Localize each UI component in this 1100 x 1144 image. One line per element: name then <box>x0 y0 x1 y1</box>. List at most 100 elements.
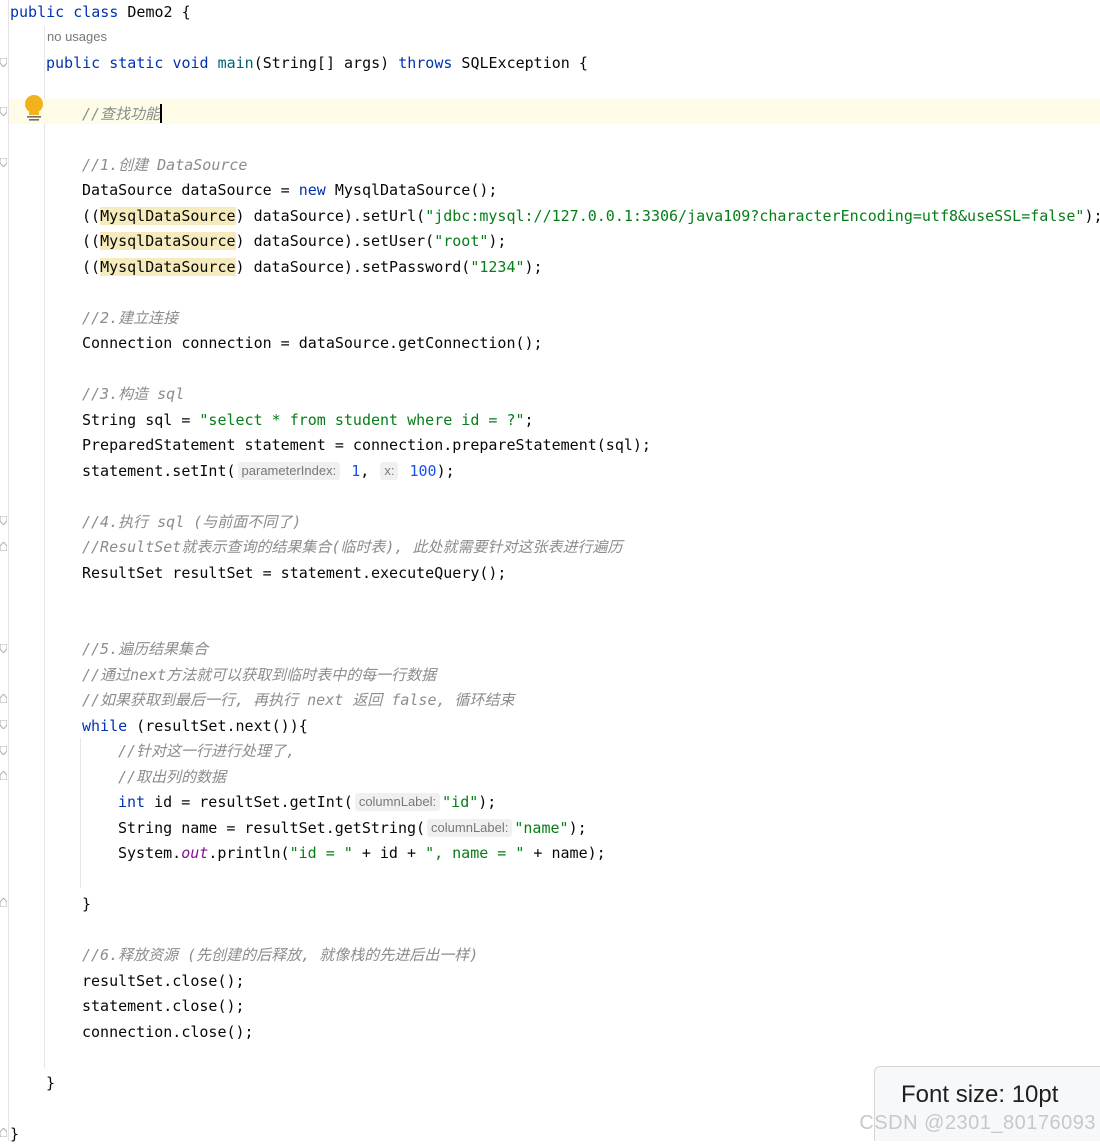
closing-brace[interactable]: } <box>46 1073 55 1093</box>
keyword: static <box>109 54 164 72</box>
comment-line[interactable]: //5.遍历结果集合 <box>82 639 208 659</box>
lightbulb-icon[interactable] <box>24 94 46 124</box>
code-text: (( <box>82 207 101 225</box>
number-literal: 100 <box>409 462 437 480</box>
code-text: ); <box>524 258 543 276</box>
code-text: String name = resultSet.getString( <box>118 819 426 837</box>
code-text: + name); <box>524 844 606 862</box>
main-declaration[interactable]: public static void main(String[] args) t… <box>46 53 588 73</box>
closing-brace[interactable]: } <box>82 894 91 914</box>
fold-marker-icon[interactable] <box>0 58 7 67</box>
code-text: + id + <box>352 844 426 862</box>
comment-line[interactable]: //如果获取到最后一行, 再执行 next 返回 false, 循环结束 <box>82 690 515 710</box>
code-line[interactable]: PreparedStatement statement = connection… <box>82 435 651 455</box>
code-line[interactable]: System.out.println("id = " + id + ", nam… <box>118 843 606 863</box>
keyword: public <box>46 54 101 72</box>
code-text: (resultSet.next()){ <box>127 717 308 735</box>
fold-marker-icon[interactable] <box>0 694 7 703</box>
fold-marker-icon[interactable] <box>0 1128 7 1137</box>
fold-marker-icon[interactable] <box>0 542 7 551</box>
code-line[interactable]: String name = resultSet.getString(column… <box>118 818 587 838</box>
keyword: while <box>82 717 128 735</box>
inlay-hint[interactable]: x: <box>380 462 399 480</box>
code-line[interactable]: statement.close(); <box>82 996 245 1016</box>
code-line-current[interactable]: //查找功能 <box>82 104 163 124</box>
usages-hint[interactable]: no usages <box>47 29 107 44</box>
code-text: ; <box>524 411 534 429</box>
comment-line[interactable]: //通过next方法就可以获取到临时表中的每一行数据 <box>82 665 436 685</box>
comment-line[interactable]: //4.执行 sql (与前面不同了) <box>82 512 301 532</box>
code-text: statement.setInt( <box>82 462 236 480</box>
comment-line[interactable]: //针对这一行进行处理了, <box>118 741 295 761</box>
inlay-hint[interactable]: columnLabel: <box>354 793 441 811</box>
code-line[interactable]: Connection connection = dataSource.getCo… <box>82 333 543 353</box>
indent-guide <box>44 26 45 1068</box>
code-line[interactable]: ((MysqlDataSource) dataSource).setPasswo… <box>82 257 543 277</box>
text-caret <box>160 104 163 123</box>
static-field: out <box>181 844 209 862</box>
string-literal: "root" <box>434 232 489 250</box>
editor-gutter[interactable] <box>0 0 9 1141</box>
method-name: main <box>217 54 254 72</box>
code-text: ) dataSource).setUrl( <box>235 207 426 225</box>
code-line[interactable]: DataSource dataSource = new MysqlDataSou… <box>82 180 497 200</box>
code-text: System. <box>118 844 182 862</box>
keyword: class <box>73 3 119 21</box>
string-literal: "1234" <box>470 258 525 276</box>
keyword: new <box>298 181 326 199</box>
code-text: MysqlDataSource(); <box>325 181 498 199</box>
code-text: ) dataSource).setUser( <box>235 232 435 250</box>
code-text: (String[] args) <box>253 54 399 72</box>
fold-marker-icon[interactable] <box>0 516 7 525</box>
code-line[interactable]: ResultSet resultSet = statement.executeQ… <box>82 563 506 583</box>
fold-marker-icon[interactable] <box>0 746 7 755</box>
string-literal: "select * from student where id = ?" <box>199 411 525 429</box>
comment-line[interactable]: //取出列的数据 <box>118 767 226 787</box>
comment: //查找功能 <box>82 105 161 123</box>
code-text: .println( <box>208 844 290 862</box>
comment-line[interactable]: //3.构造 sql <box>82 384 184 404</box>
watermark: CSDN @2301_80176093 <box>859 1112 1096 1134</box>
fold-marker-icon[interactable] <box>0 158 7 167</box>
code-line[interactable]: connection.close(); <box>82 1022 254 1042</box>
string-literal: "name" <box>514 819 569 837</box>
code-line[interactable]: resultSet.close(); <box>82 971 245 991</box>
keyword: int <box>118 793 146 811</box>
code-text: ); <box>478 793 497 811</box>
fold-marker-icon[interactable] <box>0 771 7 780</box>
fold-marker-icon[interactable] <box>0 107 7 116</box>
code-text: SQLException { <box>452 54 588 72</box>
fold-marker-icon[interactable] <box>0 898 7 907</box>
code-text: { <box>172 3 191 21</box>
code-line[interactable]: ((MysqlDataSource) dataSource).setUser("… <box>82 231 506 251</box>
keyword: throws <box>398 54 453 72</box>
code-line[interactable]: int id = resultSet.getInt(columnLabel: "i… <box>118 792 496 812</box>
fold-marker-icon[interactable] <box>0 720 7 729</box>
warning-highlight[interactable]: MysqlDataSource <box>100 207 236 225</box>
code-text: String sql = <box>82 411 200 429</box>
code-line[interactable]: while (resultSet.next()){ <box>82 716 308 736</box>
warning-highlight[interactable]: MysqlDataSource <box>100 258 236 276</box>
class-declaration[interactable]: public class Demo2 { <box>10 2 191 22</box>
warning-highlight[interactable]: MysqlDataSource <box>100 232 236 250</box>
inlay-hint[interactable]: parameterIndex: <box>237 462 341 480</box>
code-line[interactable]: String sql = "select * from student wher… <box>82 410 534 430</box>
comment-line[interactable]: //2.建立连接 <box>82 308 178 328</box>
code-text: ); <box>436 462 455 480</box>
string-literal: "jdbc:mysql://127.0.0.1:3306/java109?cha… <box>425 207 1085 225</box>
comment-line[interactable]: //1.创建 DataSource <box>82 155 247 175</box>
code-line[interactable]: statement.setInt(parameterIndex: 1, x: 1… <box>82 461 455 481</box>
closing-brace[interactable]: } <box>10 1124 19 1144</box>
string-literal: "id" <box>442 793 479 811</box>
code-line[interactable]: ((MysqlDataSource) dataSource).setUrl("j… <box>82 206 1100 226</box>
code-text: DataSource dataSource = <box>82 181 299 199</box>
string-literal: "id = " <box>289 844 353 862</box>
comment-line[interactable]: //6.释放资源 (先创建的后释放, 就像栈的先进后出一样) <box>82 945 478 965</box>
fold-marker-icon[interactable] <box>0 644 7 653</box>
code-text: ); <box>568 819 587 837</box>
indent-guide <box>80 738 81 888</box>
code-text: ); <box>488 232 507 250</box>
current-line-highlight <box>9 99 1100 124</box>
comment-line[interactable]: //ResultSet就表示查询的结果集合(临时表), 此处就需要针对这张表进行… <box>82 537 622 557</box>
inlay-hint[interactable]: columnLabel: <box>427 819 513 837</box>
